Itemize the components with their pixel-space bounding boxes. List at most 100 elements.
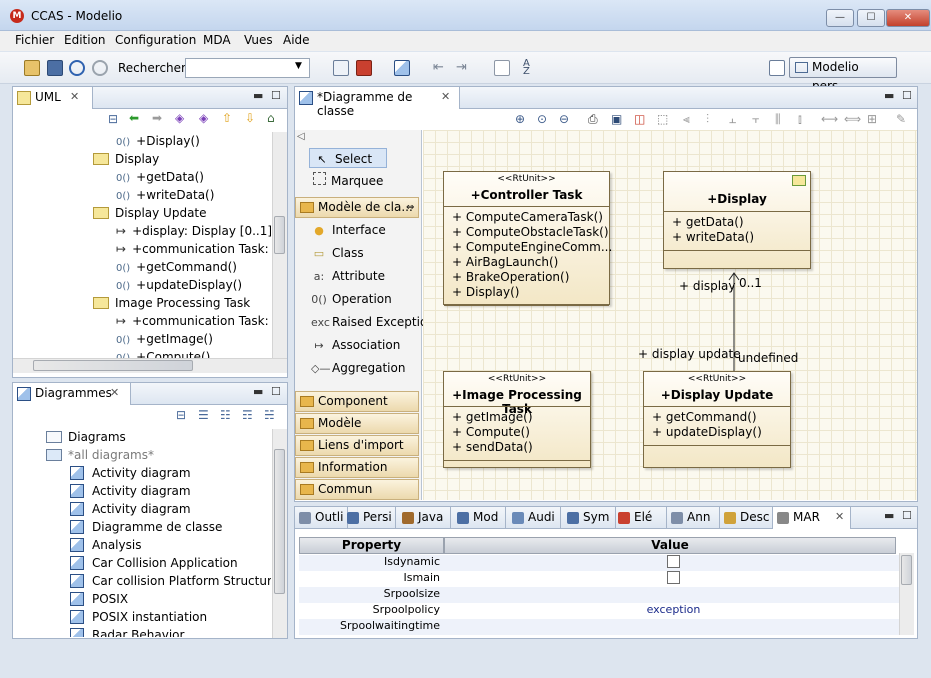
tree-item[interactable]: Display [93, 152, 159, 170]
palette-item-attribute[interactable]: a: Attribute [311, 266, 385, 286]
collapse-all-icon[interactable]: ⊟ [108, 112, 118, 126]
tab-outli[interactable]: Outli [295, 507, 348, 529]
menu-fichier[interactable]: Fichier [15, 33, 54, 47]
tab-diagramme-de-classe[interactable]: *Diagramme de classe ✕ [295, 87, 460, 118]
pin-icon[interactable]: ⇔ [406, 198, 414, 217]
tab-ann[interactable]: Ann [667, 507, 720, 529]
tree-item[interactable]: 0() +writeData() [116, 188, 214, 206]
tab-audi[interactable]: Audi [508, 507, 561, 529]
sort-icon[interactable]: ☷ [220, 408, 231, 422]
tab-desc[interactable]: Desc [720, 507, 773, 529]
palette-item-raised-exception[interactable]: exc Raised Exception [311, 312, 435, 332]
forward-arrow-icon[interactable]: ⇥ [456, 60, 472, 76]
uml-vertical-scrollbar[interactable] [272, 132, 287, 358]
tree-item[interactable]: 0() +getImage() [116, 332, 213, 350]
palette-item-interface[interactable]: ● Interface [311, 220, 386, 240]
new-project-icon[interactable] [24, 60, 40, 76]
operation-entry[interactable]: + writeData() [672, 230, 754, 244]
uml-class-box[interactable]: +Display + getData() + writeData() [663, 171, 811, 269]
operation-entry[interactable]: + ComputeObstacleTask() [452, 225, 609, 239]
properties-vertical-scrollbar[interactable] [899, 553, 914, 635]
save-diagram-icon[interactable]: ▣ [611, 112, 622, 126]
format-painter-icon[interactable]: ✎ [896, 112, 906, 126]
menu-vues[interactable]: Vues [244, 33, 273, 47]
tree-item[interactable]: *all diagrams* [46, 448, 154, 466]
menu-mda[interactable]: MDA [203, 33, 231, 47]
palette-item-class[interactable]: ▭ Class [311, 243, 364, 263]
tree-item[interactable]: Activity diagram [70, 466, 191, 484]
tab-uml[interactable]: UML ✕ [13, 87, 93, 109]
scrollbar-thumb[interactable] [274, 216, 285, 254]
close-icon[interactable]: ✕ [441, 90, 450, 103]
filter-icon[interactable]: ☰ [198, 408, 209, 422]
operation-entry[interactable]: + BrakeOperation() [452, 270, 569, 284]
tab-diagrammes[interactable]: Diagrammes ✕ [13, 383, 131, 405]
tree-item[interactable]: Image Processing Task [93, 296, 250, 314]
property-value[interactable]: exception [448, 603, 899, 616]
close-icon[interactable]: ✕ [70, 90, 79, 103]
close-icon[interactable]: ✕ [835, 510, 844, 523]
tree-item[interactable]: Diagramme de classe [70, 520, 222, 538]
tree-item[interactable]: 0()+Compute() [116, 350, 210, 358]
diagram-canvas[interactable]: <<RtUnit>> +Controller Task + ComputeCamer… [423, 130, 917, 500]
tree-item[interactable]: 0() +getData() [116, 170, 204, 188]
palette-drawer-3[interactable]: Information Flows [295, 457, 419, 493]
align-center-icon[interactable]: ⫶ [706, 112, 709, 127]
undo-icon[interactable] [69, 60, 85, 76]
uml-class-box[interactable]: <<RtUnit>> +Display Update + getCommand() +… [643, 371, 791, 468]
property-row[interactable]: Srpoolpolicy exception [299, 603, 899, 619]
palette-drawer-1[interactable]: Modèle d'instances [295, 413, 419, 449]
scrollbar-thumb[interactable] [901, 555, 912, 585]
property-value[interactable] [448, 571, 899, 585]
tab-elé[interactable]: Elé [614, 507, 667, 529]
tab-mar[interactable]: MAR ✕ [773, 507, 851, 529]
group-icon[interactable]: ☶ [242, 408, 253, 422]
diagram-icon[interactable] [394, 60, 410, 76]
menu-configuration[interactable]: Configuration [115, 33, 196, 47]
maximize-icon[interactable]: ☐ [902, 509, 912, 522]
module-icon[interactable] [356, 60, 372, 76]
palette-item-operation[interactable]: 0() Operation [311, 289, 392, 309]
palette-select-tool[interactable]: ↖ Select [309, 148, 387, 168]
zoom-out-icon[interactable]: ⊖ [559, 112, 569, 126]
operation-entry[interactable]: + getData() [672, 215, 744, 229]
operation-entry[interactable]: + Display() [452, 285, 519, 299]
export-image-icon[interactable]: ◫ [634, 112, 645, 126]
property-row[interactable]: Ismain [299, 571, 899, 587]
up-arrow-icon[interactable]: ⇧ [222, 111, 232, 125]
property-value[interactable] [448, 555, 899, 569]
minimize-icon[interactable]: ▬ [253, 89, 263, 102]
back-arrow-icon[interactable]: ⇤ [433, 60, 449, 76]
select-all-icon[interactable]: ⬚ [657, 112, 668, 126]
tree-item[interactable]: Radar Behavior [70, 628, 184, 637]
forward-icon[interactable]: ➡ [152, 111, 162, 125]
operation-entry[interactable]: + sendData() [452, 440, 533, 454]
property-row[interactable]: Isdynamic [299, 555, 899, 571]
home-icon[interactable]: ⌂ [267, 111, 275, 125]
align-top-icon[interactable]: ⫟ [752, 112, 759, 127]
same-height-icon[interactable]: ⟺ [844, 112, 861, 126]
minimize-icon[interactable]: ▬ [253, 385, 263, 398]
menu-edition[interactable]: Edition [64, 33, 106, 47]
zoom-in-icon[interactable]: ⊕ [515, 112, 525, 126]
palette-collapse-icon[interactable]: ◁ [297, 131, 305, 142]
property-column-header[interactable]: Property [299, 537, 444, 554]
minimize-icon[interactable]: ▬ [884, 509, 894, 522]
scrollbar-thumb[interactable] [33, 360, 193, 371]
search-input[interactable] [185, 58, 310, 78]
minimize-button[interactable]: — [826, 9, 854, 27]
distribute-v-icon[interactable]: ⫾ [798, 112, 802, 127]
align-left-icon[interactable]: ⫷ [683, 112, 690, 127]
print-icon[interactable]: ⎙ [588, 112, 598, 127]
property-row[interactable]: Srpoolsize [299, 587, 899, 603]
property-row[interactable]: Srpoolwaitingtime [299, 619, 899, 635]
model-explorer-icon[interactable] [333, 60, 349, 76]
grid-icon[interactable]: ⊞ [867, 112, 877, 126]
maximize-icon[interactable]: ☐ [271, 385, 281, 398]
save-icon[interactable] [47, 60, 63, 76]
tree-item[interactable]: ↦ +communication Task: C [116, 314, 271, 332]
minimize-icon[interactable]: ▬ [884, 89, 894, 102]
operation-entry[interactable]: + ComputeEngineComm... [452, 240, 612, 254]
palette-drawer-0[interactable]: Component model [295, 391, 419, 427]
tree-item[interactable]: Display Update [93, 206, 207, 224]
